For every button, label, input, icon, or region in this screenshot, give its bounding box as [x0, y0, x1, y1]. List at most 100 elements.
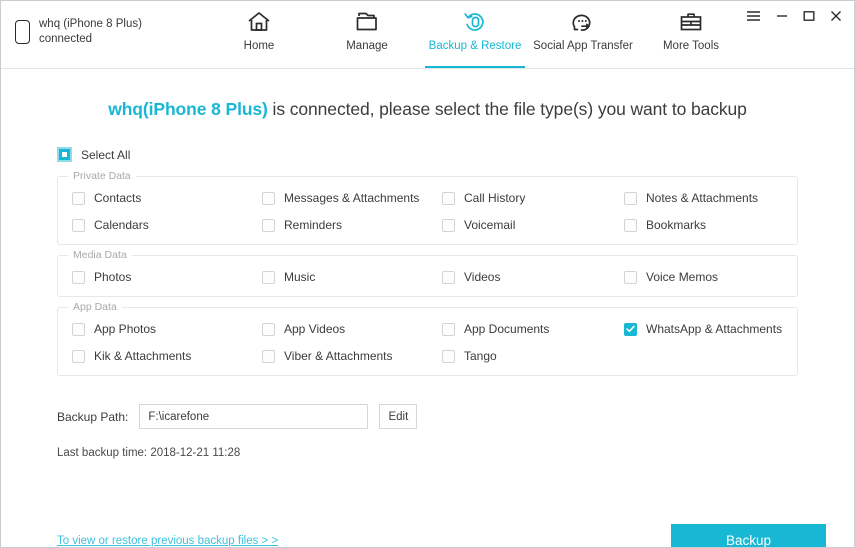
checkbox-icon[interactable] [442, 322, 455, 336]
maximize-icon[interactable] [803, 10, 815, 22]
checkbox-item-messages-attachments[interactable]: Messages & Attachments [262, 191, 442, 205]
checkbox-item-call-history[interactable]: Call History [442, 191, 624, 205]
backup-path-input[interactable] [139, 404, 369, 429]
checkbox-icon[interactable] [262, 270, 275, 284]
checkbox-icon[interactable] [442, 349, 455, 363]
edit-button[interactable]: Edit [379, 404, 418, 429]
checkbox-item-videos[interactable]: Videos [442, 270, 624, 284]
checkbox-slot-empty [624, 349, 783, 363]
select-all-row[interactable]: Select All [57, 147, 167, 162]
checkbox-row: Photos Music Videos Voice Memos [72, 270, 783, 284]
checkbox-item-kik-attachments[interactable]: Kik & Attachments [72, 349, 262, 363]
checkbox-label: Reminders [284, 218, 343, 232]
page-title-rest: is connected, please select the file typ… [267, 99, 747, 119]
checkbox-row: App Photos App Videos App Documents What… [72, 322, 783, 336]
checkbox-label: Calendars [94, 218, 149, 232]
group-app-data: App Data App Photos App Videos App Docum… [57, 301, 798, 376]
checkbox-label: App Photos [94, 322, 157, 336]
backup-path-label: Backup Path: [57, 409, 129, 424]
checkbox-label: Notes & Attachments [646, 191, 759, 205]
page-title-device: whq(iPhone 8 Plus) [108, 99, 268, 119]
checkbox-item-app-photos[interactable]: App Photos [72, 322, 262, 336]
app-header: whq (iPhone 8 Plus) connected Home Manag… [1, 1, 854, 69]
device-name: whq (iPhone 8 Plus) [39, 18, 142, 30]
checkbox-label: Viber & Attachments [284, 349, 393, 363]
folder-icon [313, 9, 421, 35]
checkbox-item-bookmarks[interactable]: Bookmarks [624, 218, 783, 232]
checkbox-icon[interactable] [72, 349, 85, 363]
nav-item-social-app-transfer[interactable]: Social App Transfer [529, 1, 637, 68]
group-legend-media-data: Media Data [68, 249, 132, 261]
select-all-checkbox[interactable] [57, 147, 72, 162]
checkbox-item-app-videos[interactable]: App Videos [262, 322, 442, 336]
checkbox-item-music[interactable]: Music [262, 270, 442, 284]
checkbox-label: Kik & Attachments [94, 349, 192, 363]
nav-item-more-tools[interactable]: More Tools [637, 1, 745, 68]
checkbox-label: Tango [464, 349, 497, 363]
checkbox-item-viber-attachments[interactable]: Viber & Attachments [262, 349, 442, 363]
checkbox-label: App Documents [464, 322, 550, 336]
checkbox-row: Kik & Attachments Viber & Attachments Ta… [72, 349, 783, 363]
checkbox-icon[interactable] [262, 322, 275, 336]
group-legend-private-data: Private Data [68, 170, 136, 182]
checkbox-icon[interactable] [262, 218, 275, 232]
checkbox-item-contacts[interactable]: Contacts [72, 191, 262, 205]
view-restore-backups-link[interactable]: To view or restore previous backup files… [57, 535, 278, 547]
checkbox-item-photos[interactable]: Photos [72, 270, 262, 284]
backup-button[interactable]: Backup [671, 524, 826, 547]
checkbox-item-app-documents[interactable]: App Documents [442, 322, 624, 336]
checkbox-label: Videos [464, 270, 501, 284]
checkbox-label: Messages & Attachments [284, 191, 420, 205]
backup-path-row: Backup Path: Edit [57, 404, 826, 429]
checkbox-label: Voice Memos [646, 270, 719, 284]
checkbox-icon[interactable] [262, 191, 275, 205]
checkbox-row: Contacts Messages & Attachments Call His… [72, 191, 783, 205]
icarefone-window: whq (iPhone 8 Plus) connected Home Manag… [0, 0, 855, 548]
close-icon[interactable] [830, 10, 842, 22]
minimize-icon[interactable] [776, 10, 788, 22]
checkbox-icon[interactable] [624, 322, 637, 336]
nav-item-manage[interactable]: Manage [313, 1, 421, 68]
backup-panel: whq(iPhone 8 Plus) is connected, please … [1, 99, 854, 547]
checkbox-item-calendars[interactable]: Calendars [72, 218, 262, 232]
nav-label-home: Home [243, 40, 275, 52]
checkbox-icon[interactable] [624, 218, 637, 232]
checkbox-item-whatsapp-attachments[interactable]: WhatsApp & Attachments [624, 322, 783, 336]
nav-item-backup-restore[interactable]: Backup & Restore [421, 1, 529, 68]
checkbox-label: App Videos [284, 322, 346, 336]
checkbox-label: Bookmarks [646, 218, 707, 232]
footer-bar: To view or restore previous backup files… [29, 524, 826, 547]
checkbox-icon[interactable] [624, 270, 637, 284]
checkbox-label: Call History [464, 191, 526, 205]
select-all-label: Select All [81, 147, 131, 162]
last-backup-time: Last backup time: 2018-12-21 11:28 [57, 447, 241, 459]
checkbox-icon[interactable] [442, 270, 455, 284]
checkbox-icon[interactable] [624, 191, 637, 205]
checkbox-item-voice-memos[interactable]: Voice Memos [624, 270, 783, 284]
checkbox-item-reminders[interactable]: Reminders [262, 218, 442, 232]
checkbox-icon[interactable] [72, 322, 85, 336]
checkbox-item-notes-attachments[interactable]: Notes & Attachments [624, 191, 783, 205]
checkbox-icon[interactable] [442, 218, 455, 232]
checkbox-label: Contacts [94, 191, 142, 205]
checkbox-icon[interactable] [72, 270, 85, 284]
checkbox-icon[interactable] [72, 191, 85, 205]
group-media-data: Media Data Photos Music Videos Voice Mem… [57, 249, 798, 297]
connected-device: whq (iPhone 8 Plus) connected [1, 1, 201, 47]
nav-item-home[interactable]: Home [205, 1, 313, 68]
checkbox-icon[interactable] [72, 218, 85, 232]
home-icon [205, 9, 313, 35]
checkbox-icon[interactable] [442, 191, 455, 205]
checkbox-item-tango[interactable]: Tango [442, 349, 624, 363]
hamburger-menu-icon[interactable] [746, 10, 761, 22]
checkbox-label: WhatsApp & Attachments [646, 322, 783, 336]
checkbox-item-voicemail[interactable]: Voicemail [442, 218, 624, 232]
nav-label-social-app-transfer: Social App Transfer [533, 40, 633, 52]
restore-circle-icon [421, 9, 529, 35]
checkbox-icon[interactable] [262, 349, 275, 363]
main-navigation: Home Manage Backup & Restore Social App … [205, 1, 745, 68]
phone-icon [15, 20, 30, 44]
group-private-data: Private Data Contacts Messages & Attachm… [57, 170, 798, 245]
window-controls [746, 10, 842, 22]
checkbox-label: Music [284, 270, 316, 284]
